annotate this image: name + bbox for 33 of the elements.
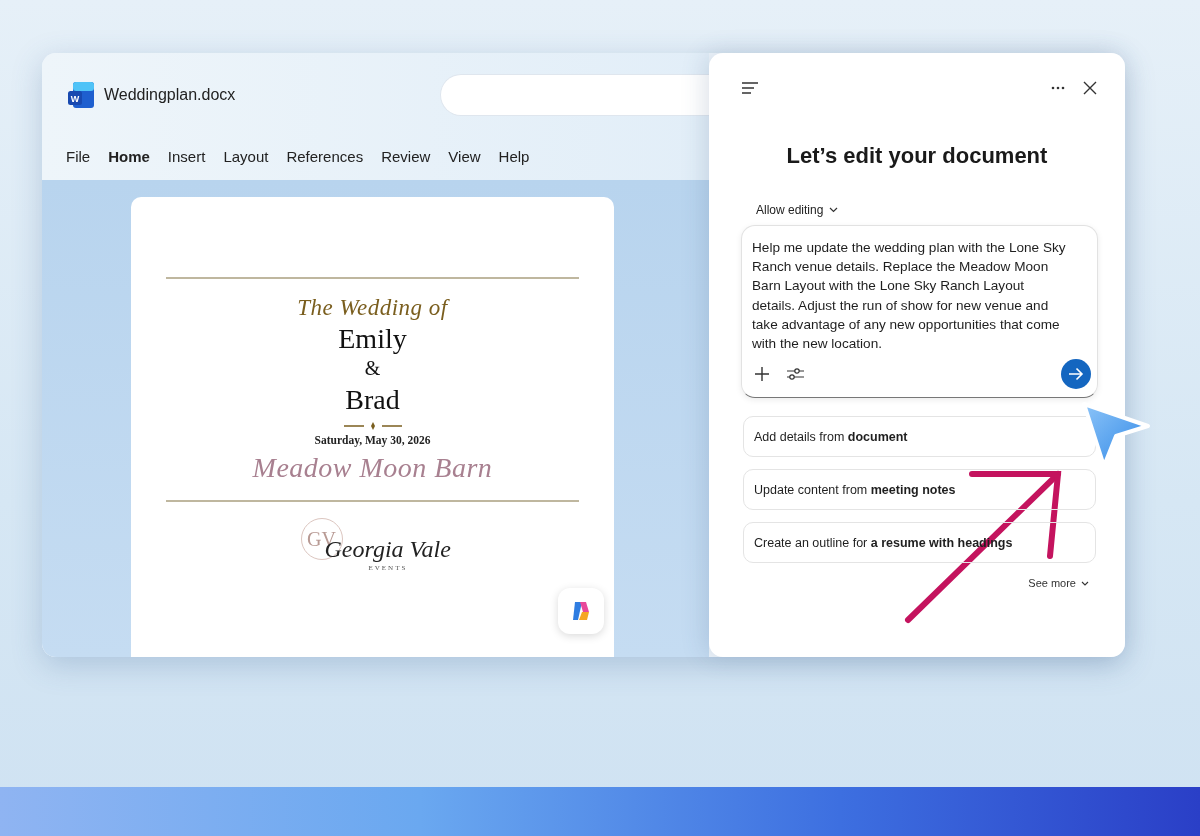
menu-tab[interactable]: Help xyxy=(489,144,539,169)
more-options-icon[interactable] xyxy=(1051,86,1065,90)
arrow-right-icon xyxy=(1068,367,1084,381)
chevron-down-icon xyxy=(829,207,839,213)
menu-tab[interactable]: View xyxy=(439,144,490,169)
wedding-heading: The Wedding of xyxy=(297,295,448,321)
panel-heading: Let’s edit your document xyxy=(785,143,1049,169)
second-name: Brad xyxy=(345,384,400,416)
ampersand: & xyxy=(364,357,381,380)
close-icon[interactable] xyxy=(1083,81,1097,95)
first-name: Emily xyxy=(338,323,407,355)
menu-tab[interactable]: File xyxy=(57,144,100,169)
menu-tab[interactable]: Review xyxy=(372,144,440,169)
prompt-field[interactable] xyxy=(741,225,1098,398)
prompt-text: Help me update the wedding plan with the Lone Sky Ranch venue details. Replace the Meadow Moon Barn Layout with the Lone Sky Ranch Layout details. Adjust the run of show for new venue and take advantage of any new opportunities that come with the new location. xyxy=(752,239,1067,353)
menu-tab[interactable]: Insert xyxy=(158,144,215,169)
suggestion-chip[interactable]: Update content from meeting notes xyxy=(743,469,1096,510)
menu-icon[interactable] xyxy=(741,81,759,95)
send-button[interactable] xyxy=(1061,359,1091,389)
search-field[interactable] xyxy=(440,74,709,116)
document-title: Weddingplan.docx xyxy=(104,86,237,104)
menu-tab[interactable]: Home xyxy=(99,144,159,169)
menu-tab[interactable]: Layout xyxy=(214,144,278,169)
wedding-date: Saturday, May 30, 2026 xyxy=(314,434,431,446)
ornament-divider-icon xyxy=(343,422,402,430)
chevron-down-icon xyxy=(1081,580,1089,586)
add-icon[interactable] xyxy=(754,366,770,382)
sliders-icon[interactable] xyxy=(786,366,804,382)
copilot-button[interactable] xyxy=(558,588,604,634)
mode-dropdown[interactable]: Allow editing xyxy=(756,203,839,217)
see-more-link[interactable]: See more xyxy=(1028,577,1089,589)
menu-tab[interactable]: References xyxy=(277,144,373,169)
venue-name: Meadow Moon Barn xyxy=(252,452,493,484)
